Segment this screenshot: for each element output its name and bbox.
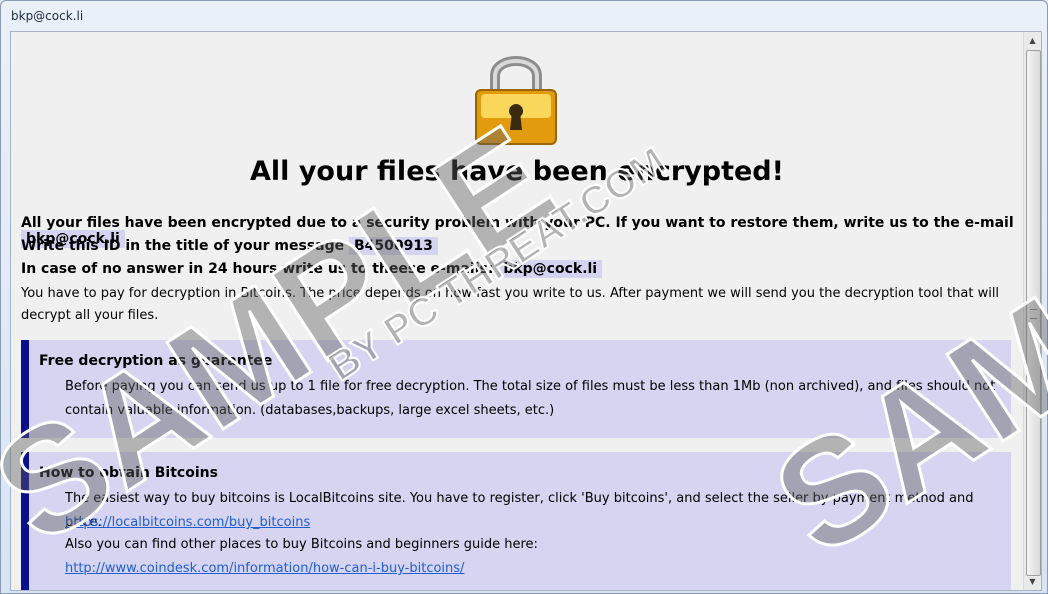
scroll-down-arrow-icon[interactable]: ▼ — [1024, 573, 1041, 590]
victim-id[interactable]: B4500913 — [349, 237, 438, 255]
guarantee-box: Free decryption as guarantee Before payi… — [21, 340, 1011, 438]
backup-contact-text: In case of no answer in 24 hours write u… — [21, 261, 494, 277]
client-area: All your files have been encrypted! All … — [10, 31, 1042, 591]
coindesk-link[interactable]: http://www.coindesk.com/information/how-… — [65, 561, 464, 576]
window-title: bkp@cock.li — [11, 9, 84, 23]
ransom-window: bkp@cock.li All your files have been enc… — [0, 0, 1048, 594]
vertical-scrollbar[interactable]: ▲ ▼ — [1023, 32, 1041, 590]
scroll-up-arrow-icon[interactable]: ▲ — [1024, 32, 1041, 49]
backup-contact: In case of no answer in 24 hours write u… — [21, 260, 603, 278]
guarantee-title: Free decryption as guarantee — [39, 353, 273, 369]
bitcoins-box: How to obtain Bitcoins The easiest way t… — [21, 452, 1011, 590]
bitcoins-guide-text: Also you can find other places to buy Bi… — [65, 537, 538, 552]
scrollbar-grip-icon — [1030, 309, 1037, 319]
headline: All your files have been encrypted! — [250, 156, 784, 187]
bitcoins-title: How to obtain Bitcoins — [39, 465, 218, 481]
localbitcoins-link[interactable]: https://localbitcoins.com/buy_bitcoins — [65, 515, 310, 530]
payment-text: You have to pay for decryption in Bitcoi… — [21, 286, 1000, 323]
id-instruction-text: Write this ID in the title of your messa… — [21, 238, 345, 254]
guarantee-text: Before paying you can send us up to 1 fi… — [65, 379, 996, 418]
note-content: All your files have been encrypted! All … — [11, 32, 1023, 590]
backup-email[interactable]: bkp@cock.li — [498, 260, 603, 278]
padlock-icon — [475, 56, 557, 145]
restore-instruction-text: All your files have been encrypted due t… — [21, 215, 1014, 231]
title-bar[interactable]: bkp@cock.li — [1, 1, 1047, 31]
id-instruction: Write this ID in the title of your messa… — [21, 237, 438, 255]
scrollbar-thumb[interactable] — [1026, 50, 1041, 576]
